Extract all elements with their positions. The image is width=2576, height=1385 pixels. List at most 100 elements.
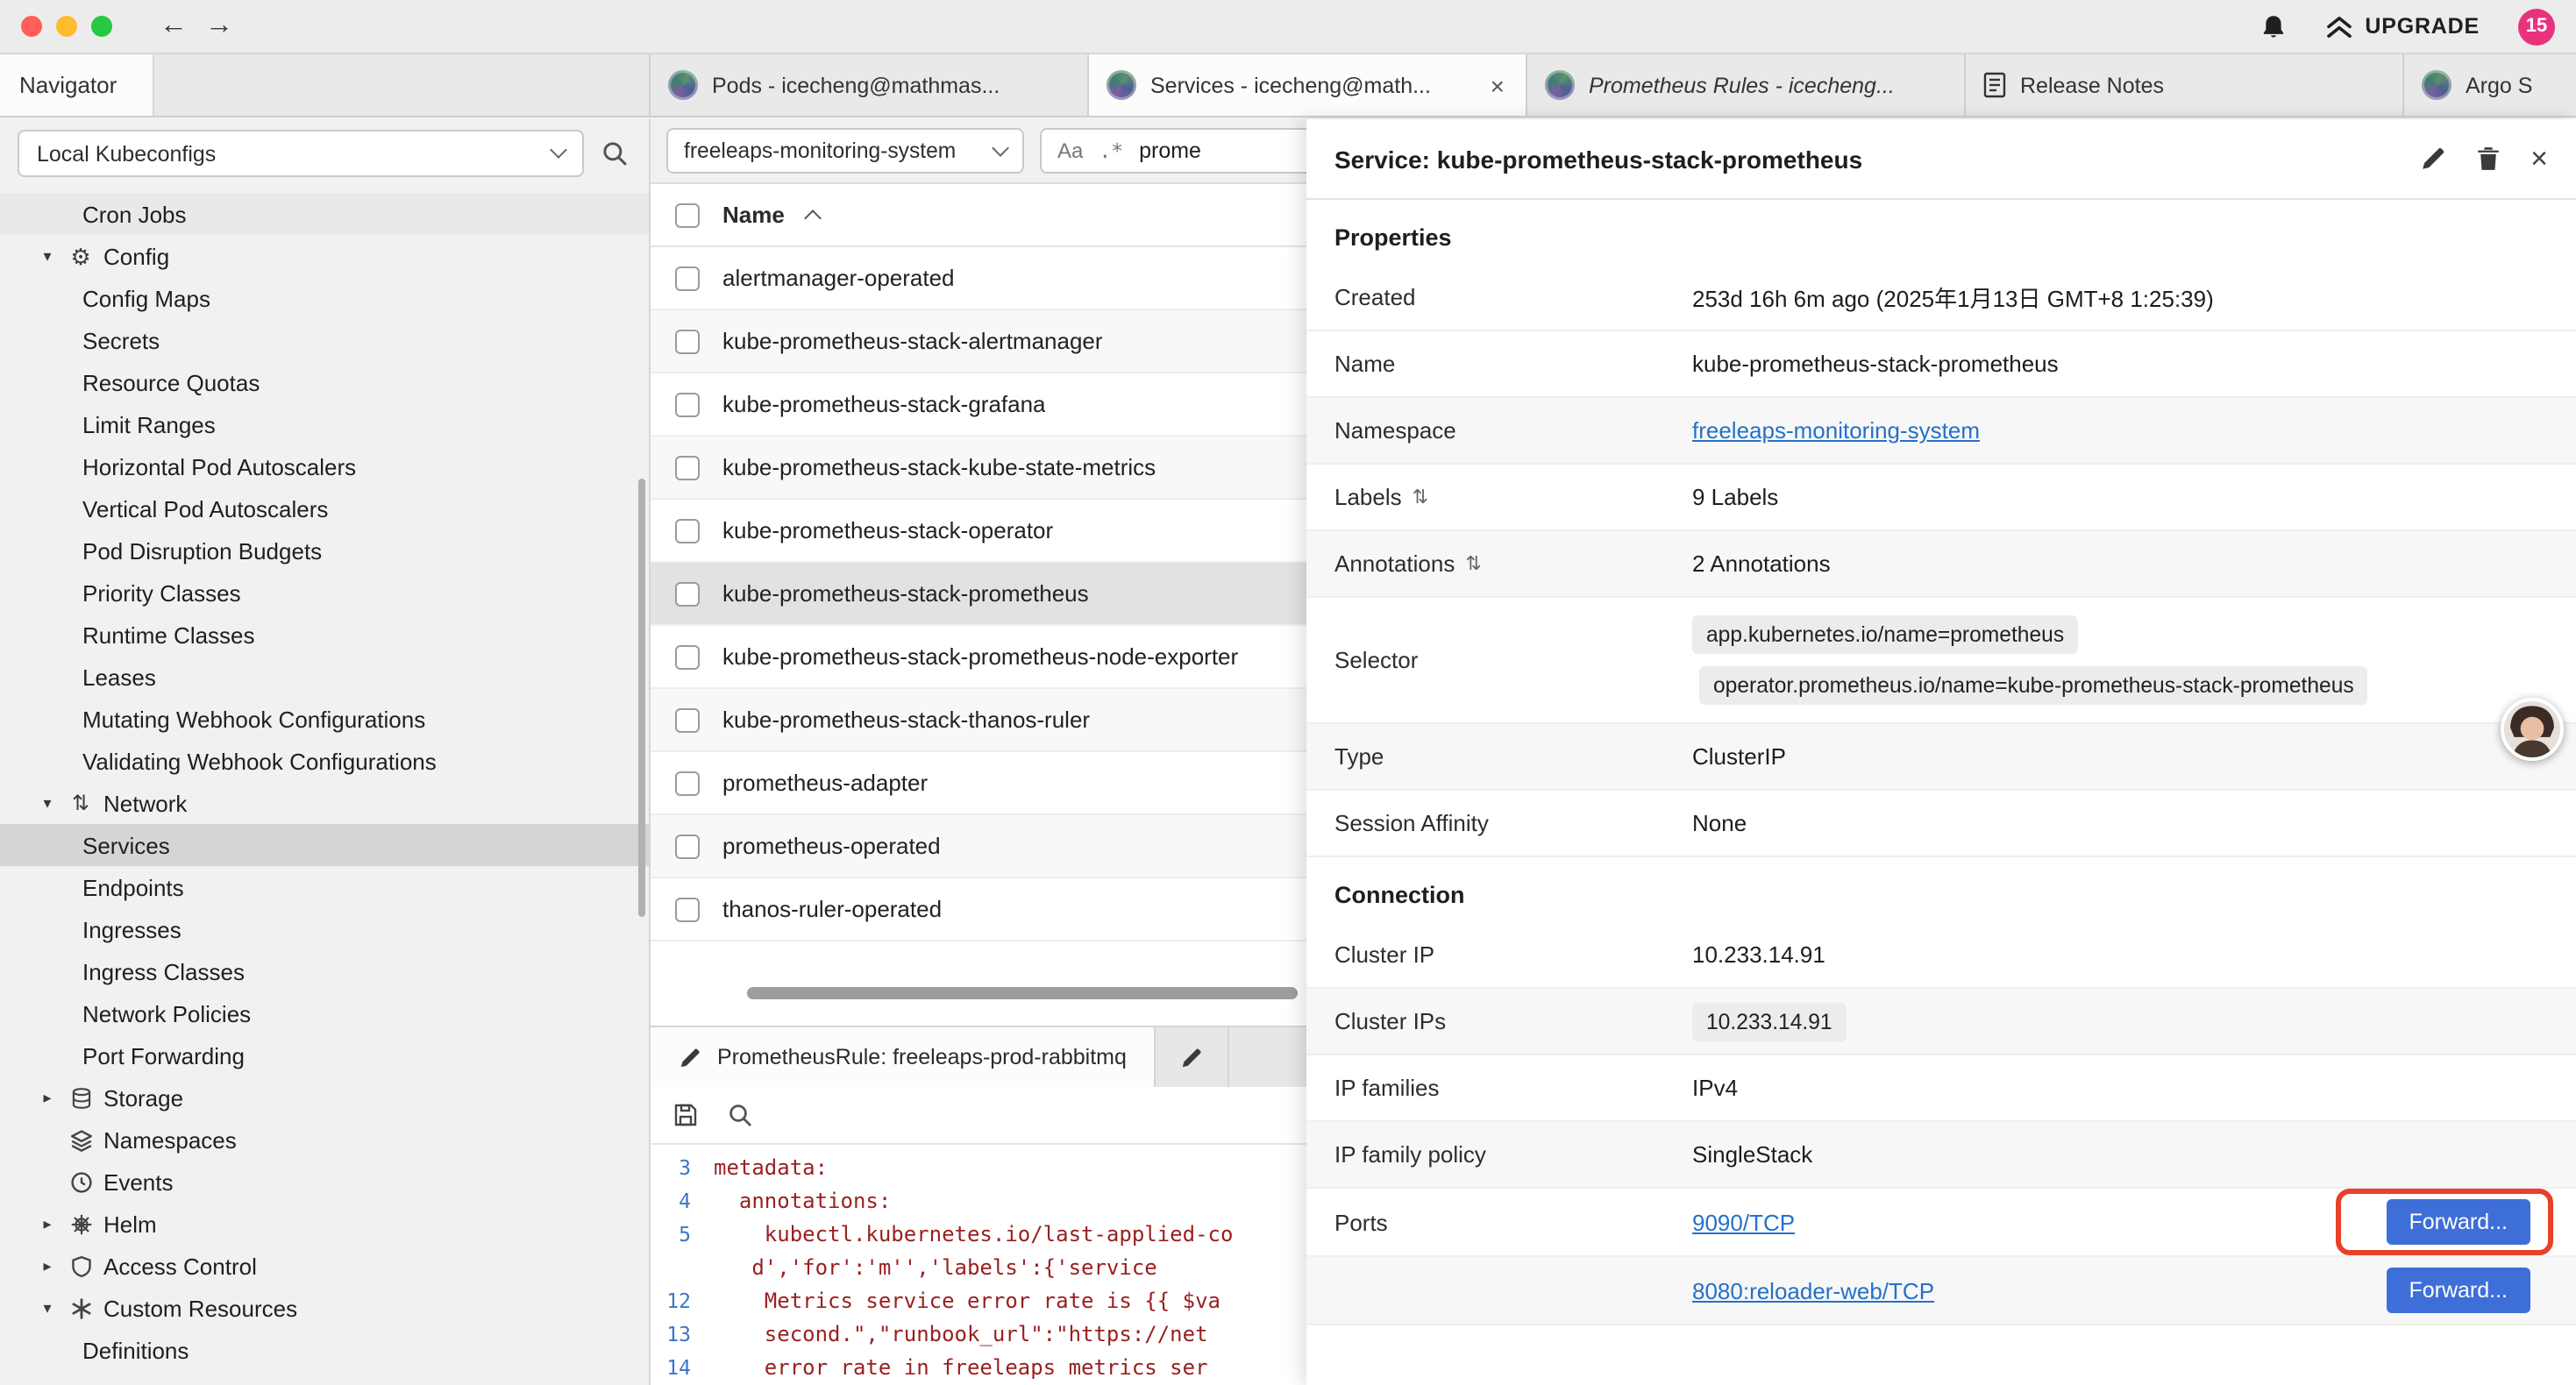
expand-labels-icon[interactable] bbox=[1413, 486, 1428, 508]
shield-icon bbox=[67, 1252, 95, 1280]
row-checkbox[interactable] bbox=[675, 266, 700, 290]
document-icon bbox=[1983, 72, 2006, 98]
sidebar-item-vertical-pod-autoscalers[interactable]: Vertical Pod Autoscalers bbox=[0, 487, 649, 529]
avatar[interactable] bbox=[2501, 698, 2564, 761]
navigator-header[interactable]: Navigator bbox=[0, 54, 153, 116]
tab-argo[interactable]: Argo S bbox=[2404, 54, 2576, 116]
editor-tab-partial[interactable] bbox=[1156, 1027, 1230, 1087]
sidebar-item-cron-jobs[interactable]: Cron Jobs bbox=[0, 193, 649, 235]
chevron-right-icon bbox=[37, 1090, 58, 1105]
close-window-button[interactable] bbox=[21, 16, 42, 37]
sidebar-item-network[interactable]: Network bbox=[0, 782, 649, 824]
forward-button[interactable] bbox=[196, 12, 242, 40]
row-checkbox[interactable] bbox=[675, 518, 700, 543]
sidebar-item-config-maps[interactable]: Config Maps bbox=[0, 277, 649, 319]
row-checkbox[interactable] bbox=[675, 771, 700, 795]
network-arrows-icon bbox=[67, 789, 95, 817]
notification-count-badge[interactable]: 15 bbox=[2518, 8, 2555, 45]
custom-resources-asterisk-icon bbox=[67, 1294, 95, 1322]
row-checkbox[interactable] bbox=[675, 392, 700, 416]
sidebar-item-network-policies[interactable]: Network Policies bbox=[0, 992, 649, 1034]
tab-pods[interactable]: Pods - icecheng@mathmas... bbox=[651, 54, 1089, 116]
tab-release-notes[interactable]: Release Notes bbox=[1966, 54, 2404, 116]
sidebar-item-ingress-classes[interactable]: Ingress Classes bbox=[0, 950, 649, 992]
regex-toggle[interactable]: .* bbox=[1099, 138, 1123, 163]
cluster-icon bbox=[1545, 70, 1575, 100]
kubeconfig-selector[interactable]: Local Kubeconfigs bbox=[18, 130, 584, 177]
port-link-9090[interactable]: 9090/TCP bbox=[1692, 1209, 2386, 1235]
sidebar-item-storage[interactable]: Storage bbox=[0, 1076, 649, 1119]
name-column-header[interactable]: Name bbox=[722, 202, 785, 228]
sidebar-item-port-forwarding[interactable]: Port Forwarding bbox=[0, 1034, 649, 1076]
edit-pencil-icon[interactable] bbox=[2420, 146, 2446, 172]
upgrade-button[interactable]: UPGRADE bbox=[2324, 14, 2480, 39]
tab-prometheus-rules[interactable]: Prometheus Rules - icecheng... bbox=[1527, 54, 1966, 116]
selector-badge: operator.prometheus.io/name=kube-prometh… bbox=[1699, 666, 2368, 705]
sidebar-item-custom-resources[interactable]: Custom Resources bbox=[0, 1287, 649, 1329]
row-checkbox[interactable] bbox=[675, 834, 700, 858]
sidebar-item-access-control[interactable]: Access Control bbox=[0, 1245, 649, 1287]
window-controls bbox=[21, 16, 112, 37]
sidebar-item-definitions[interactable]: Definitions bbox=[0, 1329, 649, 1371]
minimize-window-button[interactable] bbox=[56, 16, 77, 37]
forward-button-8080[interactable]: Forward... bbox=[2386, 1268, 2530, 1313]
app-window: UPGRADE 15 Navigator Pods - icecheng@mat… bbox=[0, 0, 2576, 1385]
row-checkbox[interactable] bbox=[675, 581, 700, 606]
sidebar-item-mutating-webhook-configurations[interactable]: Mutating Webhook Configurations bbox=[0, 698, 649, 740]
sidebar-item-priority-classes[interactable]: Priority Classes bbox=[0, 572, 649, 614]
upgrade-label: UPGRADE bbox=[2365, 14, 2480, 39]
chevron-right-icon bbox=[37, 1258, 58, 1274]
property-row-namespace: Namespace freeleaps-monitoring-system bbox=[1306, 398, 2576, 465]
forward-button-9090[interactable]: Forward... bbox=[2386, 1199, 2530, 1245]
sidebar-scrollbar[interactable] bbox=[638, 479, 645, 917]
back-button[interactable] bbox=[151, 12, 196, 40]
editor-search-icon[interactable] bbox=[728, 1103, 752, 1127]
sidebar-item-pod-disruption-budgets[interactable]: Pod Disruption Budgets bbox=[0, 529, 649, 572]
namespace-link[interactable]: freeleaps-monitoring-system bbox=[1692, 417, 1980, 444]
navigator-tree: Cron Jobs Config Config Maps Secrets Res… bbox=[0, 193, 649, 1371]
sidebar-item-helm[interactable]: Helm bbox=[0, 1203, 649, 1245]
chevron-down-icon bbox=[37, 248, 58, 264]
sidebar-item-namespaces[interactable]: Namespaces bbox=[0, 1119, 649, 1161]
port-link-8080[interactable]: 8080:reloader-web/TCP bbox=[1692, 1277, 2386, 1303]
expand-annotations-icon[interactable] bbox=[1465, 552, 1481, 575]
tab-bar: Navigator Pods - icecheng@mathmas... Ser… bbox=[0, 54, 2576, 117]
tab-services[interactable]: Services - icecheng@math... bbox=[1089, 54, 1527, 116]
kubeconfig-row: Local Kubeconfigs bbox=[0, 119, 649, 188]
row-checkbox[interactable] bbox=[675, 644, 700, 669]
notifications-bell-icon[interactable] bbox=[2259, 13, 2286, 39]
row-checkbox[interactable] bbox=[675, 455, 700, 479]
save-icon[interactable] bbox=[673, 1103, 698, 1127]
sidebar-item-resource-quotas[interactable]: Resource Quotas bbox=[0, 361, 649, 403]
sidebar-item-validating-webhook-configurations[interactable]: Validating Webhook Configurations bbox=[0, 740, 649, 782]
sidebar-item-events[interactable]: Events bbox=[0, 1161, 649, 1203]
row-checkbox[interactable] bbox=[675, 329, 700, 353]
pencil-icon bbox=[1181, 1046, 1204, 1069]
property-row-labels: Labels 9 Labels bbox=[1306, 465, 2576, 531]
sidebar-item-ingresses[interactable]: Ingresses bbox=[0, 908, 649, 950]
property-row-name: Name kube-prometheus-stack-prometheus bbox=[1306, 331, 2576, 398]
sidebar-item-limit-ranges[interactable]: Limit Ranges bbox=[0, 403, 649, 445]
maximize-window-button[interactable] bbox=[91, 16, 112, 37]
sidebar-item-runtime-classes[interactable]: Runtime Classes bbox=[0, 614, 649, 656]
sidebar-item-secrets[interactable]: Secrets bbox=[0, 319, 649, 361]
delete-trash-icon[interactable] bbox=[2476, 146, 2501, 172]
properties-heading: Properties bbox=[1306, 200, 2576, 265]
close-tab-icon[interactable] bbox=[1487, 69, 1508, 101]
sort-ascending-icon[interactable] bbox=[805, 210, 822, 227]
sidebar-item-config[interactable]: Config bbox=[0, 235, 649, 277]
editor-tab-prometheusrule[interactable]: PrometheusRule: freeleaps-prod-rabbitmq bbox=[651, 1027, 1156, 1087]
match-case-toggle[interactable]: Aa bbox=[1057, 138, 1083, 163]
close-drawer-icon[interactable]: × bbox=[2530, 144, 2548, 174]
namespaces-layers-icon bbox=[67, 1126, 95, 1154]
sidebar-item-horizontal-pod-autoscalers[interactable]: Horizontal Pod Autoscalers bbox=[0, 445, 649, 487]
sidebar-search-icon[interactable] bbox=[601, 140, 628, 167]
sidebar-item-services[interactable]: Services bbox=[0, 824, 649, 866]
namespace-selector[interactable]: freeleaps-monitoring-system bbox=[666, 128, 1024, 174]
row-checkbox[interactable] bbox=[675, 897, 700, 921]
row-checkbox[interactable] bbox=[675, 707, 700, 732]
sidebar-item-leases[interactable]: Leases bbox=[0, 656, 649, 698]
select-all-checkbox[interactable] bbox=[675, 202, 700, 227]
sidebar-item-endpoints[interactable]: Endpoints bbox=[0, 866, 649, 908]
horizontal-scrollbar[interactable] bbox=[747, 987, 1298, 999]
